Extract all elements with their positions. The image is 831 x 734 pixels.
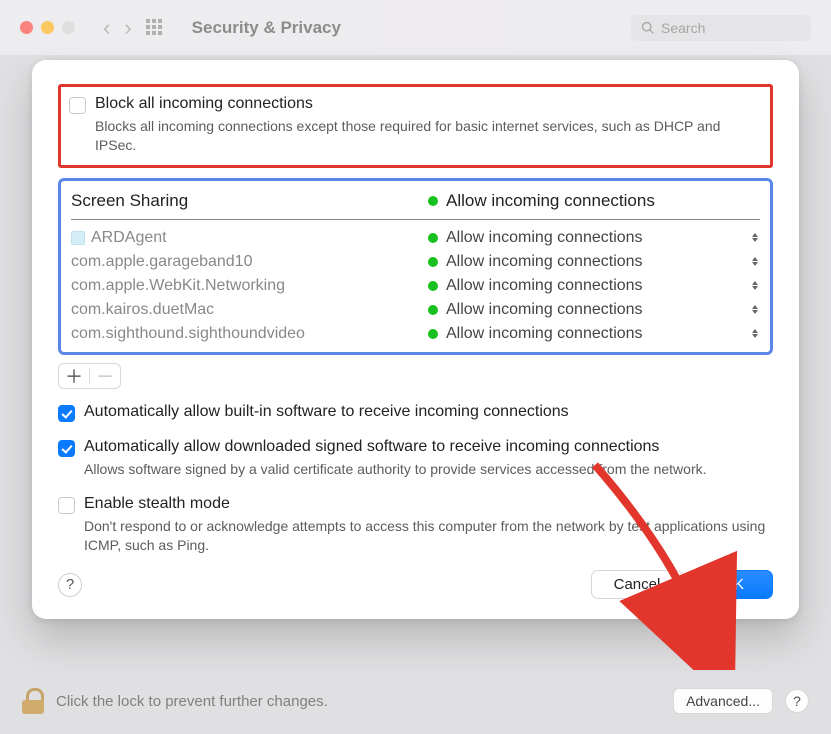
remove-button[interactable]: － bbox=[90, 363, 120, 389]
window-controls bbox=[20, 21, 75, 34]
block-all-annotation: Block all incoming connections Blocks al… bbox=[58, 84, 773, 168]
add-button[interactable]: ＋ bbox=[59, 363, 89, 389]
nav-controls: ‹ › bbox=[103, 17, 164, 39]
status-dot-icon bbox=[428, 196, 438, 206]
sheet-footer: ? Cancel OK bbox=[58, 570, 773, 599]
lock-icon[interactable] bbox=[22, 688, 44, 714]
block-all-sub: Blocks all incoming connections except t… bbox=[95, 117, 760, 155]
auto-builtin-checkbox[interactable] bbox=[58, 405, 75, 422]
status-dot-icon bbox=[428, 281, 438, 291]
list-item-name: com.sighthound.sighthoundvideo bbox=[71, 325, 305, 343]
updown-icon[interactable] bbox=[750, 279, 760, 293]
add-remove-control: ＋ － bbox=[58, 363, 121, 389]
cancel-button[interactable]: Cancel bbox=[591, 570, 684, 599]
block-all-row[interactable]: Block all incoming connections bbox=[69, 95, 760, 114]
list-item-name-col: com.sighthound.sighthoundvideo bbox=[71, 325, 428, 343]
list-item-status: Allow incoming connections bbox=[446, 325, 643, 343]
auto-signed-sub: Allows software signed by a valid certif… bbox=[84, 460, 773, 479]
back-icon[interactable]: ‹ bbox=[103, 17, 110, 39]
updown-icon[interactable] bbox=[750, 303, 760, 317]
list-item[interactable]: com.sighthound.sighthoundvideo Allow inc… bbox=[71, 322, 760, 346]
list-item-status-col[interactable]: Allow incoming connections bbox=[428, 277, 760, 295]
lock-row: Click the lock to prevent further change… bbox=[22, 688, 809, 714]
stealth-label: Enable stealth mode bbox=[84, 495, 230, 513]
list-item-name: com.apple.garageband10 bbox=[71, 253, 252, 271]
status-dot-icon bbox=[428, 305, 438, 315]
block-all-checkbox[interactable] bbox=[69, 97, 86, 114]
list-item[interactable]: com.apple.garageband10 Allow incoming co… bbox=[71, 250, 760, 274]
list-item-name: com.apple.WebKit.Networking bbox=[71, 277, 285, 295]
search-placeholder: Search bbox=[661, 20, 705, 36]
list-header-row[interactable]: Screen Sharing Allow incoming connection… bbox=[71, 189, 760, 220]
advanced-button[interactable]: Advanced... bbox=[673, 688, 773, 714]
status-dot-icon bbox=[428, 257, 438, 267]
list-item[interactable]: com.apple.WebKit.Networking Allow incomi… bbox=[71, 274, 760, 298]
list-item-name-col: com.apple.garageband10 bbox=[71, 253, 428, 271]
show-all-icon[interactable] bbox=[146, 19, 164, 37]
updown-icon[interactable] bbox=[750, 327, 760, 341]
list-item-name-col: com.apple.WebKit.Networking bbox=[71, 277, 428, 295]
stealth-row[interactable]: Enable stealth mode bbox=[58, 495, 773, 514]
zoom-icon[interactable] bbox=[62, 21, 75, 34]
list-item-name: com.kairos.duetMac bbox=[71, 301, 214, 319]
list-item-name-col: ARDAgent bbox=[71, 229, 428, 247]
search-field[interactable]: Search bbox=[631, 15, 811, 41]
minimize-icon[interactable] bbox=[41, 21, 54, 34]
app-list-annotation: Screen Sharing Allow incoming connection… bbox=[58, 178, 773, 355]
status-dot-icon bbox=[428, 233, 438, 243]
help-button[interactable]: ? bbox=[58, 573, 82, 597]
list-item-name-col: com.kairos.duetMac bbox=[71, 301, 428, 319]
search-icon bbox=[641, 21, 655, 35]
auto-builtin-label: Automatically allow built-in software to… bbox=[84, 403, 569, 421]
list-header-status-col: Allow incoming connections bbox=[428, 191, 760, 211]
stealth-checkbox[interactable] bbox=[58, 497, 75, 514]
firewall-options-sheet: Block all incoming connections Blocks al… bbox=[32, 60, 799, 619]
stealth-sub: Don't respond to or acknowledge attempts… bbox=[84, 517, 773, 555]
list-item-status-col[interactable]: Allow incoming connections bbox=[428, 301, 760, 319]
list-item-status: Allow incoming connections bbox=[446, 229, 643, 247]
auto-signed-label: Automatically allow downloaded signed so… bbox=[84, 438, 659, 456]
list-header-status: Allow incoming connections bbox=[446, 191, 655, 211]
window-title: Security & Privacy bbox=[192, 18, 341, 38]
close-icon[interactable] bbox=[20, 21, 33, 34]
list-item-status: Allow incoming connections bbox=[446, 277, 643, 295]
lock-text: Click the lock to prevent further change… bbox=[56, 693, 328, 710]
updown-icon[interactable] bbox=[750, 231, 760, 245]
list-item-status: Allow incoming connections bbox=[446, 301, 643, 319]
ok-button[interactable]: OK bbox=[693, 570, 773, 599]
toolbar: ‹ › Security & Privacy Search bbox=[0, 0, 831, 55]
forward-icon[interactable]: › bbox=[124, 17, 131, 39]
updown-icon[interactable] bbox=[750, 255, 760, 269]
list-item-status-col[interactable]: Allow incoming connections bbox=[428, 253, 760, 271]
block-all-label: Block all incoming connections bbox=[95, 95, 313, 113]
auto-signed-checkbox[interactable] bbox=[58, 440, 75, 457]
list-item[interactable]: ARDAgent Allow incoming connections bbox=[71, 226, 760, 250]
list-item-status-col[interactable]: Allow incoming connections bbox=[428, 325, 760, 343]
status-dot-icon bbox=[428, 329, 438, 339]
list-item-name: ARDAgent bbox=[91, 229, 167, 247]
help-button-outer[interactable]: ? bbox=[785, 689, 809, 713]
list-item[interactable]: com.kairos.duetMac Allow incoming connec… bbox=[71, 298, 760, 322]
app-icon bbox=[71, 231, 85, 245]
list-item-status-col[interactable]: Allow incoming connections bbox=[428, 229, 760, 247]
list-item-status: Allow incoming connections bbox=[446, 253, 643, 271]
auto-signed-row[interactable]: Automatically allow downloaded signed so… bbox=[58, 438, 773, 457]
auto-builtin-row[interactable]: Automatically allow built-in software to… bbox=[58, 403, 773, 422]
list-header-name: Screen Sharing bbox=[71, 191, 188, 211]
